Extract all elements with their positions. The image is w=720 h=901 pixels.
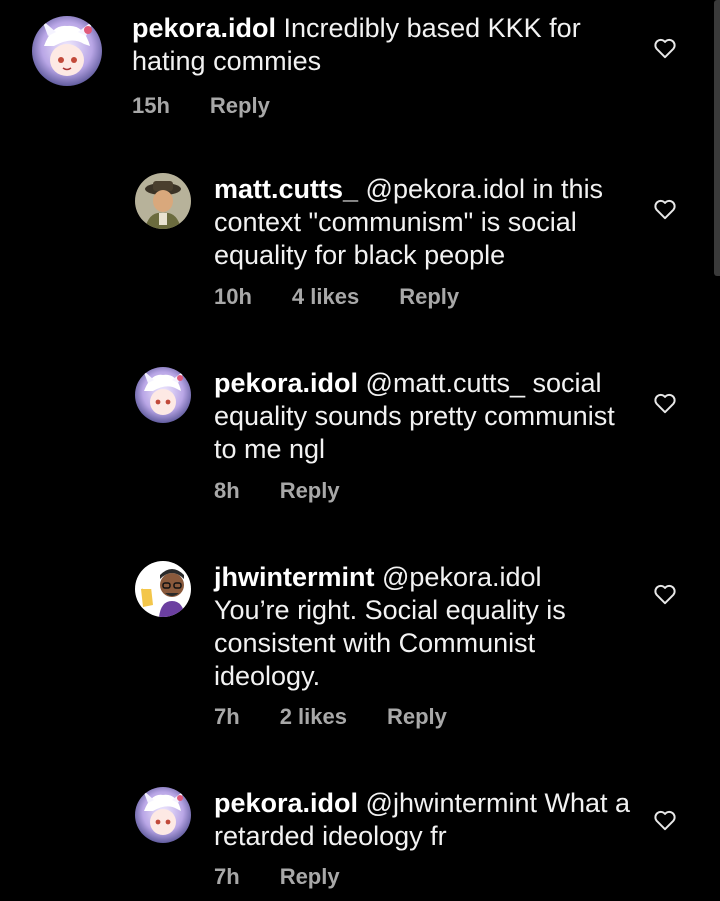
avatar[interactable] — [135, 173, 191, 229]
like-count[interactable]: 4 likes — [292, 284, 359, 310]
avatar[interactable] — [135, 787, 191, 843]
username-link[interactable]: matt.cutts_ — [214, 174, 358, 204]
reply-item: pekora.idol @matt.cutts_ social equality… — [0, 364, 720, 514]
comment-meta: 8h Reply — [214, 478, 380, 504]
reply-item: jhwintermint @pekora.idol You’re right. … — [0, 558, 720, 738]
comment-item: pekora.idol Incredibly based KKK for hat… — [0, 0, 720, 130]
username-link[interactable]: pekora.idol — [214, 368, 358, 398]
heart-icon[interactable] — [652, 35, 678, 61]
timestamp: 7h — [214, 864, 240, 889]
reply-button[interactable]: Reply — [210, 93, 270, 119]
reply-button[interactable]: Reply — [280, 478, 340, 504]
like-count[interactable]: 2 likes — [280, 704, 347, 730]
username-link[interactable]: pekora.idol — [214, 788, 358, 818]
comment-meta: 10h 4 likes Reply — [214, 284, 499, 310]
heart-icon[interactable] — [652, 581, 678, 607]
heart-icon[interactable] — [652, 390, 678, 416]
avatar[interactable] — [32, 16, 102, 86]
comment-meta: 7h Reply — [214, 864, 380, 890]
comment-text: pekora.idol Incredibly based KKK for hat… — [132, 12, 602, 78]
avatar[interactable] — [135, 561, 191, 617]
reply-item: matt.cutts_ @pekora.idol in this context… — [0, 170, 720, 320]
timestamp: 15h — [132, 93, 170, 118]
heart-icon[interactable] — [652, 807, 678, 833]
username-link[interactable]: pekora.idol — [132, 13, 276, 43]
heart-icon[interactable] — [652, 196, 678, 222]
comment-meta: 15h Reply — [132, 93, 310, 119]
comment-text: jhwintermint @pekora.idol You’re right. … — [214, 561, 614, 693]
reply-button[interactable]: Reply — [387, 704, 447, 730]
timestamp: 10h — [214, 284, 252, 309]
comment-text: matt.cutts_ @pekora.idol in this context… — [214, 173, 634, 272]
comment-text: pekora.idol @matt.cutts_ social equality… — [214, 367, 634, 466]
username-link[interactable]: jhwintermint — [214, 562, 375, 592]
timestamp: 8h — [214, 478, 240, 503]
avatar[interactable] — [135, 367, 191, 423]
comment-meta: 7h 2 likes Reply — [214, 704, 487, 730]
reply-item: pekora.idol @jhwintermint What a retarde… — [0, 784, 720, 901]
comment-text: pekora.idol @jhwintermint What a retarde… — [214, 787, 634, 853]
timestamp: 7h — [214, 704, 240, 729]
reply-button[interactable]: Reply — [399, 284, 459, 310]
reply-button[interactable]: Reply — [280, 864, 340, 890]
